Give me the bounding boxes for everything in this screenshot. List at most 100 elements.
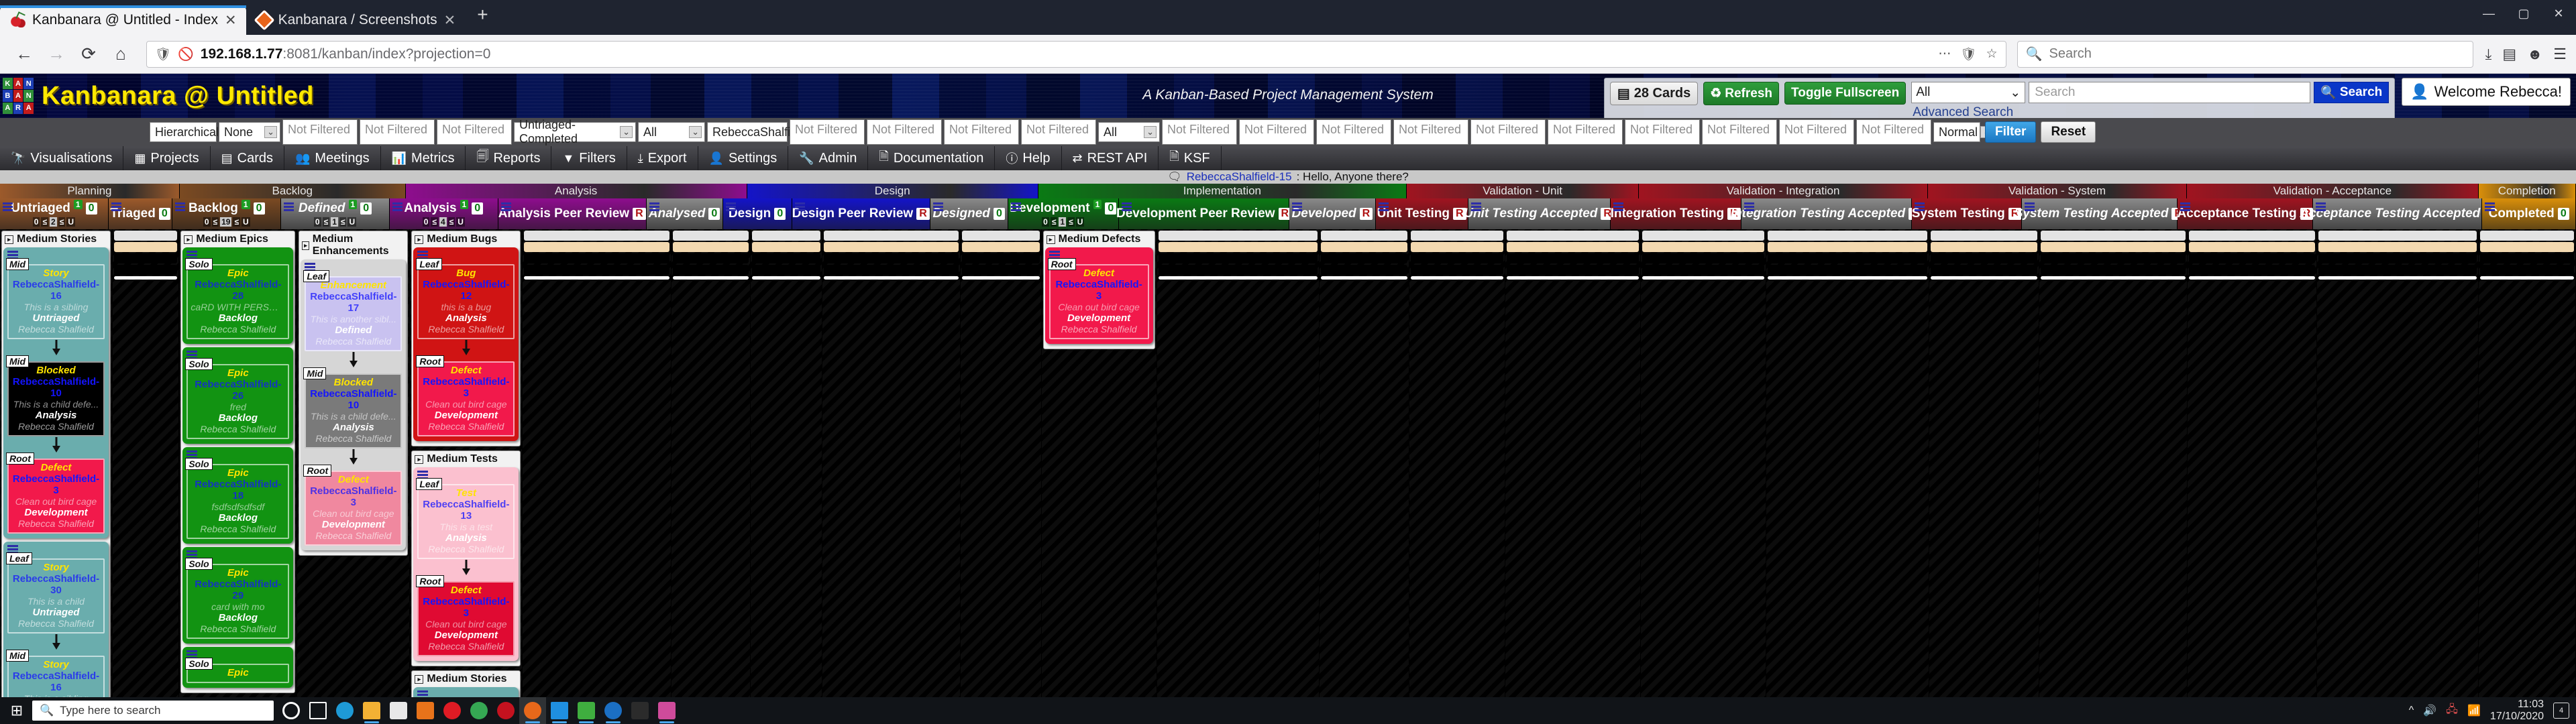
card-ticket[interactable]: Solo Epic RebeccaShalfield-29 card with mo B… <box>185 558 290 639</box>
task-view-icon[interactable] <box>305 697 331 724</box>
filter-text-filter-6[interactable]: Not Filtered <box>944 119 1019 145</box>
filter-select-phase-range[interactable]: Untriaged-Completed ⌄ <box>514 118 636 145</box>
card-ticket[interactable]: Leaf Enhancement RebeccaShalfield-17 This i… <box>303 270 402 351</box>
column-header-untriaged[interactable]: Untriaged 1 0 0 ≤2 ≤ U <box>0 198 109 229</box>
download-icon[interactable]: ⤓ <box>2485 46 2492 63</box>
column-header-analysed[interactable]: Analysed 0 <box>646 198 723 229</box>
url-bar[interactable]: 🛡 🚫 192.168.1.77:8081/kanban/index?proje… <box>146 40 2006 68</box>
tray-chevron-icon[interactable]: ^ <box>2409 705 2414 717</box>
column-header-acceptance-testing[interactable]: Acceptance Testing R <box>2178 198 2314 229</box>
board-column-integration-testing[interactable] <box>1641 229 1767 697</box>
column-header-unit-testing[interactable]: Unit Testing R <box>1375 198 1468 229</box>
notification-bar[interactable]: 🗨 RebeccaShalfield-15 : Hello, Anyone th… <box>0 170 2576 184</box>
paint-icon[interactable] <box>653 697 680 724</box>
opera-icon[interactable] <box>439 697 466 724</box>
filter-text-filter-1[interactable]: Not Filtered <box>282 119 358 145</box>
card-ticket[interactable]: Root Defect RebeccaShalfield-3 Clean out bi… <box>303 465 402 546</box>
column-menu-icon[interactable] <box>392 202 402 211</box>
kanban-card[interactable]: SoloStoryRebeccaShalfield-4Buy an HDMI c… <box>413 687 519 697</box>
terminal-icon[interactable] <box>627 697 653 724</box>
expand-icon[interactable]: ▸ <box>302 241 309 250</box>
column-menu-icon[interactable] <box>2180 202 2191 211</box>
menu-item-visualisations[interactable]: 🔭 Visualisations <box>0 146 124 170</box>
menu-item-reports[interactable]: 🗐 Reports <box>466 146 552 170</box>
swimlane-header[interactable]: ▸ Medium Bugs <box>413 233 519 247</box>
filter-select-type[interactable]: All ⌄ <box>638 122 705 142</box>
column-menu-icon[interactable] <box>1613 202 1623 211</box>
column-menu-icon[interactable] <box>725 202 736 211</box>
search-button[interactable]: 🔍 Search <box>2314 82 2390 103</box>
filter-select-filter-8[interactable]: All ⌄ <box>1098 122 1160 142</box>
filter-select-grouping[interactable]: None ⌄ <box>219 122 280 142</box>
column-menu-icon[interactable] <box>1010 202 1021 211</box>
media-player-icon[interactable] <box>412 697 439 724</box>
column-header-triaged[interactable]: Triaged 0 <box>108 198 173 229</box>
board-column-development[interactable]: ▸ Medium Defects Root Defect RebeccaShalfiel… <box>1041 229 1157 697</box>
menu-item-rest-api[interactable]: ⇄ REST API <box>1062 146 1159 170</box>
speaker-icon[interactable]: 🔊 <box>2423 704 2436 717</box>
filter-text-filter-18[interactable]: Not Filtered <box>1856 119 1931 145</box>
board-column-analysis[interactable]: ▸ Medium Bugs Leaf Bug RebeccaShalfield-12 th… <box>410 229 523 697</box>
file-explorer-icon[interactable] <box>358 697 385 724</box>
card-ticket[interactable]: Root Defect RebeccaShalfield-3 Clean out bi… <box>416 575 515 656</box>
menu-item-meetings[interactable]: 👥 Meetings <box>284 146 381 170</box>
board-column-untriaged[interactable]: ▸ Medium Stories Mid Story RebeccaShalfield-… <box>0 229 113 697</box>
column-menu-icon[interactable] <box>794 202 805 211</box>
column-menu-icon[interactable] <box>2485 202 2496 211</box>
expand-icon[interactable]: ▸ <box>415 235 424 244</box>
column-header-backlog[interactable]: Backlog 1 0 0 ≤19 ≤ U <box>172 198 282 229</box>
card-ticket[interactable]: Root Defect RebeccaShalfield-3 Clean out bi… <box>1047 258 1149 339</box>
kanban-card[interactable]: Solo Epic RebeccaShalfield-28 caRD WITH PER… <box>182 247 294 344</box>
column-menu-icon[interactable] <box>1122 202 1132 211</box>
board-column-design-peer-review[interactable] <box>822 229 961 697</box>
card-ticket[interactable]: Root Defect RebeccaShalfield-3 Clean out bi… <box>416 355 515 436</box>
expand-icon[interactable]: ▸ <box>5 235 13 244</box>
filter-select-hierarchy[interactable]: Hierarchical⌄ <box>150 122 234 142</box>
column-menu-icon[interactable] <box>111 202 121 211</box>
column-header-acceptance-testing-accepted[interactable]: Acceptance Testing Accepted0 <box>2300 198 2496 229</box>
kanban-card[interactable]: Solo Epic RebeccaShalfield-26 fred Backlog Re… <box>182 347 294 444</box>
advanced-search-link[interactable]: Advanced Search <box>1911 105 2389 118</box>
notepadpp-icon[interactable] <box>573 697 600 724</box>
browser-tab-0[interactable]: Kanbanara @ Untitled - Index ✕ <box>0 5 246 35</box>
network-error-icon[interactable]: 🖧 <box>2446 702 2458 720</box>
column-menu-icon[interactable] <box>284 202 294 211</box>
close-icon[interactable]: ✕ <box>444 12 456 29</box>
microsoft-store-icon[interactable] <box>385 697 412 724</box>
column-header-designed[interactable]: Designed 0 <box>930 198 1008 229</box>
board-column-backlog[interactable]: ▸ Medium Epics Solo Epic RebeccaShalfield-28… <box>179 229 298 697</box>
minimize-button[interactable]: — <box>2471 7 2506 21</box>
menu-item-projects[interactable]: ▦ Projects <box>123 146 211 170</box>
card-ticket[interactable]: Mid Blocked RebeccaShalfield-10 This is a c… <box>6 355 105 436</box>
swimlane-header[interactable]: ▸ Medium Tests <box>413 452 519 467</box>
maximize-button[interactable]: ▢ <box>2506 7 2541 21</box>
taskbar-search-input[interactable]: 🔍 Type here to search <box>32 701 274 721</box>
board-column-acceptance-testing-accepted[interactable] <box>2317 229 2479 697</box>
kanban-card[interactable]: Leaf Story RebeccaShalfield-30 This is a ch… <box>3 542 109 697</box>
filter-text-filter-17[interactable]: Not Filtered <box>1779 119 1854 145</box>
filter-text-filter-4[interactable]: Not Filtered <box>790 119 865 145</box>
board-column-acceptance-testing[interactable] <box>2188 229 2318 697</box>
kanban-card[interactable]: Mid Story RebeccaShalfield-16 This is a sib… <box>3 247 109 538</box>
filter-text-filter-7[interactable]: Not Filtered <box>1021 119 1096 145</box>
card-size-select[interactable]: Normal⌄ <box>1933 122 1993 142</box>
clock[interactable]: 11:03 17/10/2020 <box>2490 699 2544 723</box>
card-ticket[interactable]: Solo Epic RebeccaShalfield-28 caRD WITH PER… <box>185 258 290 339</box>
search-input[interactable]: Search <box>2029 82 2311 103</box>
board-column-developed[interactable] <box>1319 229 1409 697</box>
board-column-analysed[interactable] <box>671 229 751 697</box>
menu-item-help[interactable]: ⓘ Help <box>995 146 1062 170</box>
column-header-defined[interactable]: Defined 1 0 0 ≤1 ≤ U <box>281 198 390 229</box>
menu-item-ksf[interactable]: 🗎 KSF <box>1159 146 1222 170</box>
board-column-design[interactable] <box>751 229 823 697</box>
column-menu-icon[interactable] <box>932 202 943 211</box>
column-menu-icon[interactable] <box>1743 202 1754 211</box>
column-menu-icon[interactable] <box>1914 202 1925 211</box>
column-menu-icon[interactable] <box>2025 202 2035 211</box>
filter-text-filter-2[interactable]: Not Filtered <box>360 119 435 145</box>
board-column-triaged[interactable] <box>113 229 180 697</box>
column-header-system-testing[interactable]: System Testing R <box>1911 198 2023 229</box>
column-header-analysis-peer-review[interactable]: Analysis Peer Review R <box>498 198 647 229</box>
kanban-card[interactable]: Leaf Test RebeccaShalfield-13 This is a tes… <box>413 467 519 661</box>
browser-search-input[interactable]: 🔍 Search <box>2017 40 2473 68</box>
